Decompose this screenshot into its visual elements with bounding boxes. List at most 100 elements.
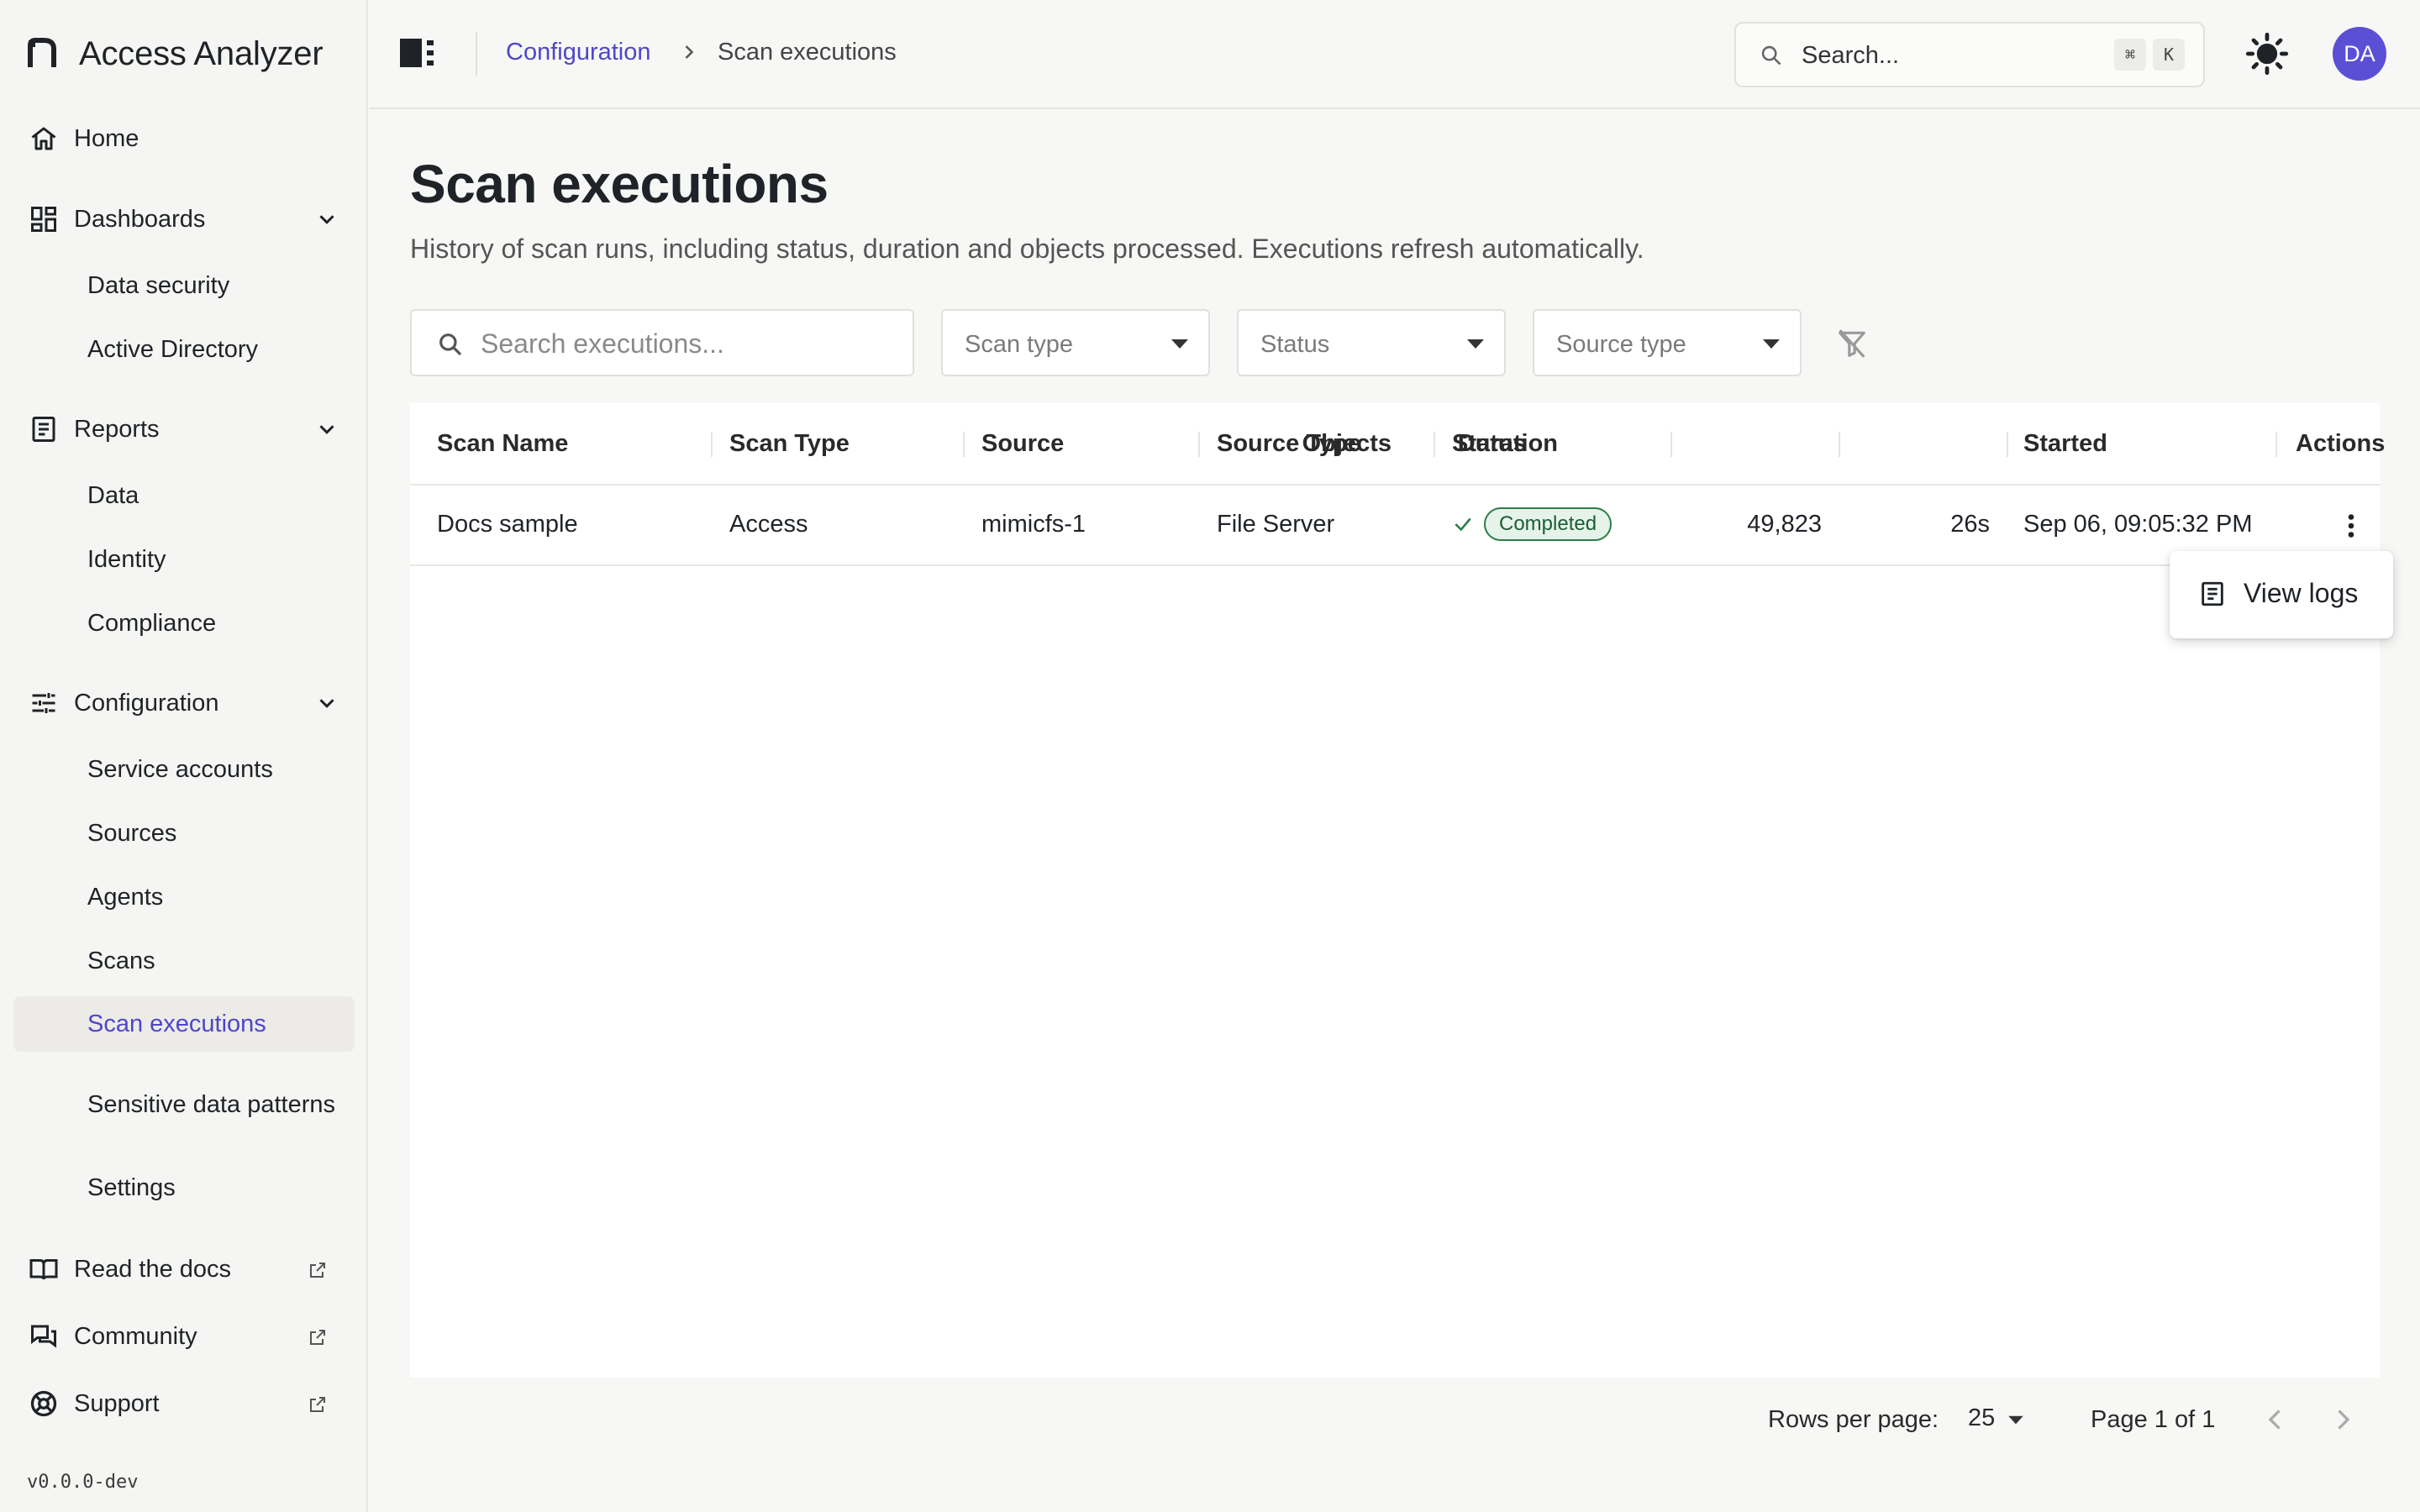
app-logo-icon — [28, 38, 56, 67]
home-icon — [29, 123, 59, 154]
sidebar-item-compliance[interactable]: Compliance — [13, 596, 355, 650]
status-select[interactable]: Status — [1237, 309, 1506, 376]
search-icon — [439, 333, 462, 356]
column-header-scan-name[interactable]: Scan Name — [437, 430, 568, 458]
executions-search — [410, 309, 914, 376]
app-name: Access Analyzer — [79, 34, 324, 72]
column-divider — [1434, 432, 1435, 457]
report-icon — [29, 414, 59, 444]
column-divider — [711, 432, 713, 457]
sidebar-group-configuration[interactable]: Configuration — [13, 674, 355, 732]
page-info: Page 1 of 1 — [2091, 1406, 2216, 1433]
page-subtitle: History of scan runs, including status, … — [410, 234, 1644, 264]
breadcrumb-current: Scan executions — [718, 39, 897, 66]
book-icon — [29, 1254, 59, 1284]
external-link-icon — [310, 1397, 325, 1412]
sidebar-item-label: Support — [74, 1389, 160, 1417]
column-header-objects[interactable]: Objects — [1302, 430, 1392, 458]
sidebar-toggle-icon[interactable] — [400, 37, 435, 69]
rows-per-page-select[interactable]: 25 — [1968, 1404, 1995, 1432]
brand[interactable]: Access Analyzer — [25, 30, 324, 77]
previous-page-icon[interactable] — [2260, 1404, 2291, 1435]
chevron-down-icon — [319, 699, 334, 708]
chevron-down-icon — [319, 425, 334, 434]
chevron-down-icon — [319, 215, 334, 224]
executions-search-input[interactable] — [481, 323, 901, 365]
column-header-source[interactable]: Source — [981, 430, 1064, 458]
cell-source-type: File Server — [1217, 511, 1335, 538]
global-search[interactable]: Search... ⌘ K — [1734, 22, 2205, 87]
breadcrumb-link-configuration[interactable]: Configuration — [506, 39, 651, 66]
more-vertical-icon[interactable] — [2336, 511, 2366, 541]
column-divider — [2275, 432, 2277, 457]
sidebar-group-label: Dashboards — [74, 205, 206, 233]
sidebar-item-scan-executions[interactable]: Scan executions — [13, 996, 355, 1052]
sidebar-item-active-directory[interactable]: Active Directory — [13, 323, 355, 376]
table-header: Scan Name Scan Type Source Source Type S… — [410, 403, 2385, 486]
column-header-actions: Actions — [2296, 430, 2386, 457]
menu-item-label: View logs — [2244, 578, 2359, 608]
forum-icon — [29, 1321, 59, 1352]
sidebar-item-data[interactable]: Data — [13, 469, 355, 522]
cell-duration: 26s — [1950, 511, 1990, 538]
row-actions-menu: View logs — [2170, 551, 2393, 638]
app-version: v0.0.0-dev — [27, 1472, 139, 1493]
dashboard-icon — [29, 204, 59, 234]
sidebar: Access Analyzer Home Dashboards Data sec… — [0, 0, 368, 1512]
column-divider — [2007, 432, 2008, 457]
global-search-placeholder: Search... — [1802, 42, 1900, 69]
column-header-started[interactable]: Started — [2023, 430, 2107, 458]
cell-scan-name: Docs sample — [437, 511, 578, 538]
caret-down-icon — [1171, 339, 1188, 349]
sidebar-item-data-security[interactable]: Data security — [13, 259, 355, 312]
caret-down-icon — [1467, 339, 1484, 349]
sliders-icon — [29, 688, 59, 718]
cell-scan-type: Access — [729, 511, 808, 538]
column-header-scan-type[interactable]: Scan Type — [729, 430, 850, 458]
chevron-right-icon — [685, 45, 694, 59]
lifebuoy-icon — [29, 1389, 59, 1419]
external-link-icon — [310, 1263, 325, 1278]
topbar: Configuration Scan executions Search... … — [370, 0, 2420, 109]
sidebar-item-home[interactable]: Home — [13, 109, 355, 168]
select-value: Scan type — [965, 331, 1073, 358]
logs-icon — [2202, 581, 2223, 606]
column-divider — [963, 432, 965, 457]
sidebar-item-sources[interactable]: Sources — [13, 806, 355, 860]
clear-filter-icon[interactable] — [1835, 328, 1869, 360]
sidebar-item-sensitive-data-patterns[interactable]: Sensitive data patterns — [13, 1065, 355, 1142]
shortcut-key-cmd: ⌘ — [2114, 39, 2146, 71]
external-link-icon — [310, 1330, 325, 1345]
shortcut-key-k: K — [2153, 39, 2185, 71]
search-icon — [1761, 45, 1781, 66]
user-avatar[interactable]: DA — [2333, 27, 2386, 81]
sidebar-group-dashboards[interactable]: Dashboards — [13, 190, 355, 249]
sidebar-link-support[interactable]: Support — [13, 1374, 355, 1433]
page-title: Scan executions — [410, 154, 829, 214]
column-divider — [1670, 432, 1672, 457]
sidebar-item-label: Community — [74, 1322, 197, 1350]
select-value: Status — [1260, 331, 1330, 358]
sidebar-group-label: Configuration — [74, 689, 219, 717]
caret-down-icon[interactable] — [2007, 1415, 2025, 1426]
column-divider — [1839, 432, 1840, 457]
column-header-duration[interactable]: Duration — [1458, 430, 1558, 458]
sidebar-item-scans[interactable]: Scans — [13, 934, 355, 988]
sidebar-item-settings[interactable]: Settings — [13, 1161, 355, 1215]
sidebar-link-community[interactable]: Community — [13, 1307, 355, 1366]
divider — [476, 32, 477, 76]
sidebar-group-reports[interactable]: Reports — [13, 400, 355, 459]
check-icon — [1455, 517, 1471, 532]
source-type-select[interactable]: Source type — [1533, 309, 1802, 376]
rows-per-page-label: Rows per page: — [1768, 1406, 1939, 1433]
next-page-icon[interactable] — [2328, 1404, 2358, 1435]
table-row[interactable]: Docs sample Access mimicfs-1 File Server… — [410, 486, 2380, 566]
sidebar-item-agents[interactable]: Agents — [13, 870, 355, 924]
sidebar-item-identity[interactable]: Identity — [13, 533, 355, 586]
column-divider — [1198, 432, 1200, 457]
cell-objects: 49,823 — [1747, 511, 1822, 538]
sun-icon[interactable] — [2245, 32, 2289, 76]
sidebar-link-docs[interactable]: Read the docs — [13, 1240, 355, 1299]
scan-type-select[interactable]: Scan type — [941, 309, 1210, 376]
sidebar-item-service-accounts[interactable]: Service accounts — [13, 743, 355, 796]
